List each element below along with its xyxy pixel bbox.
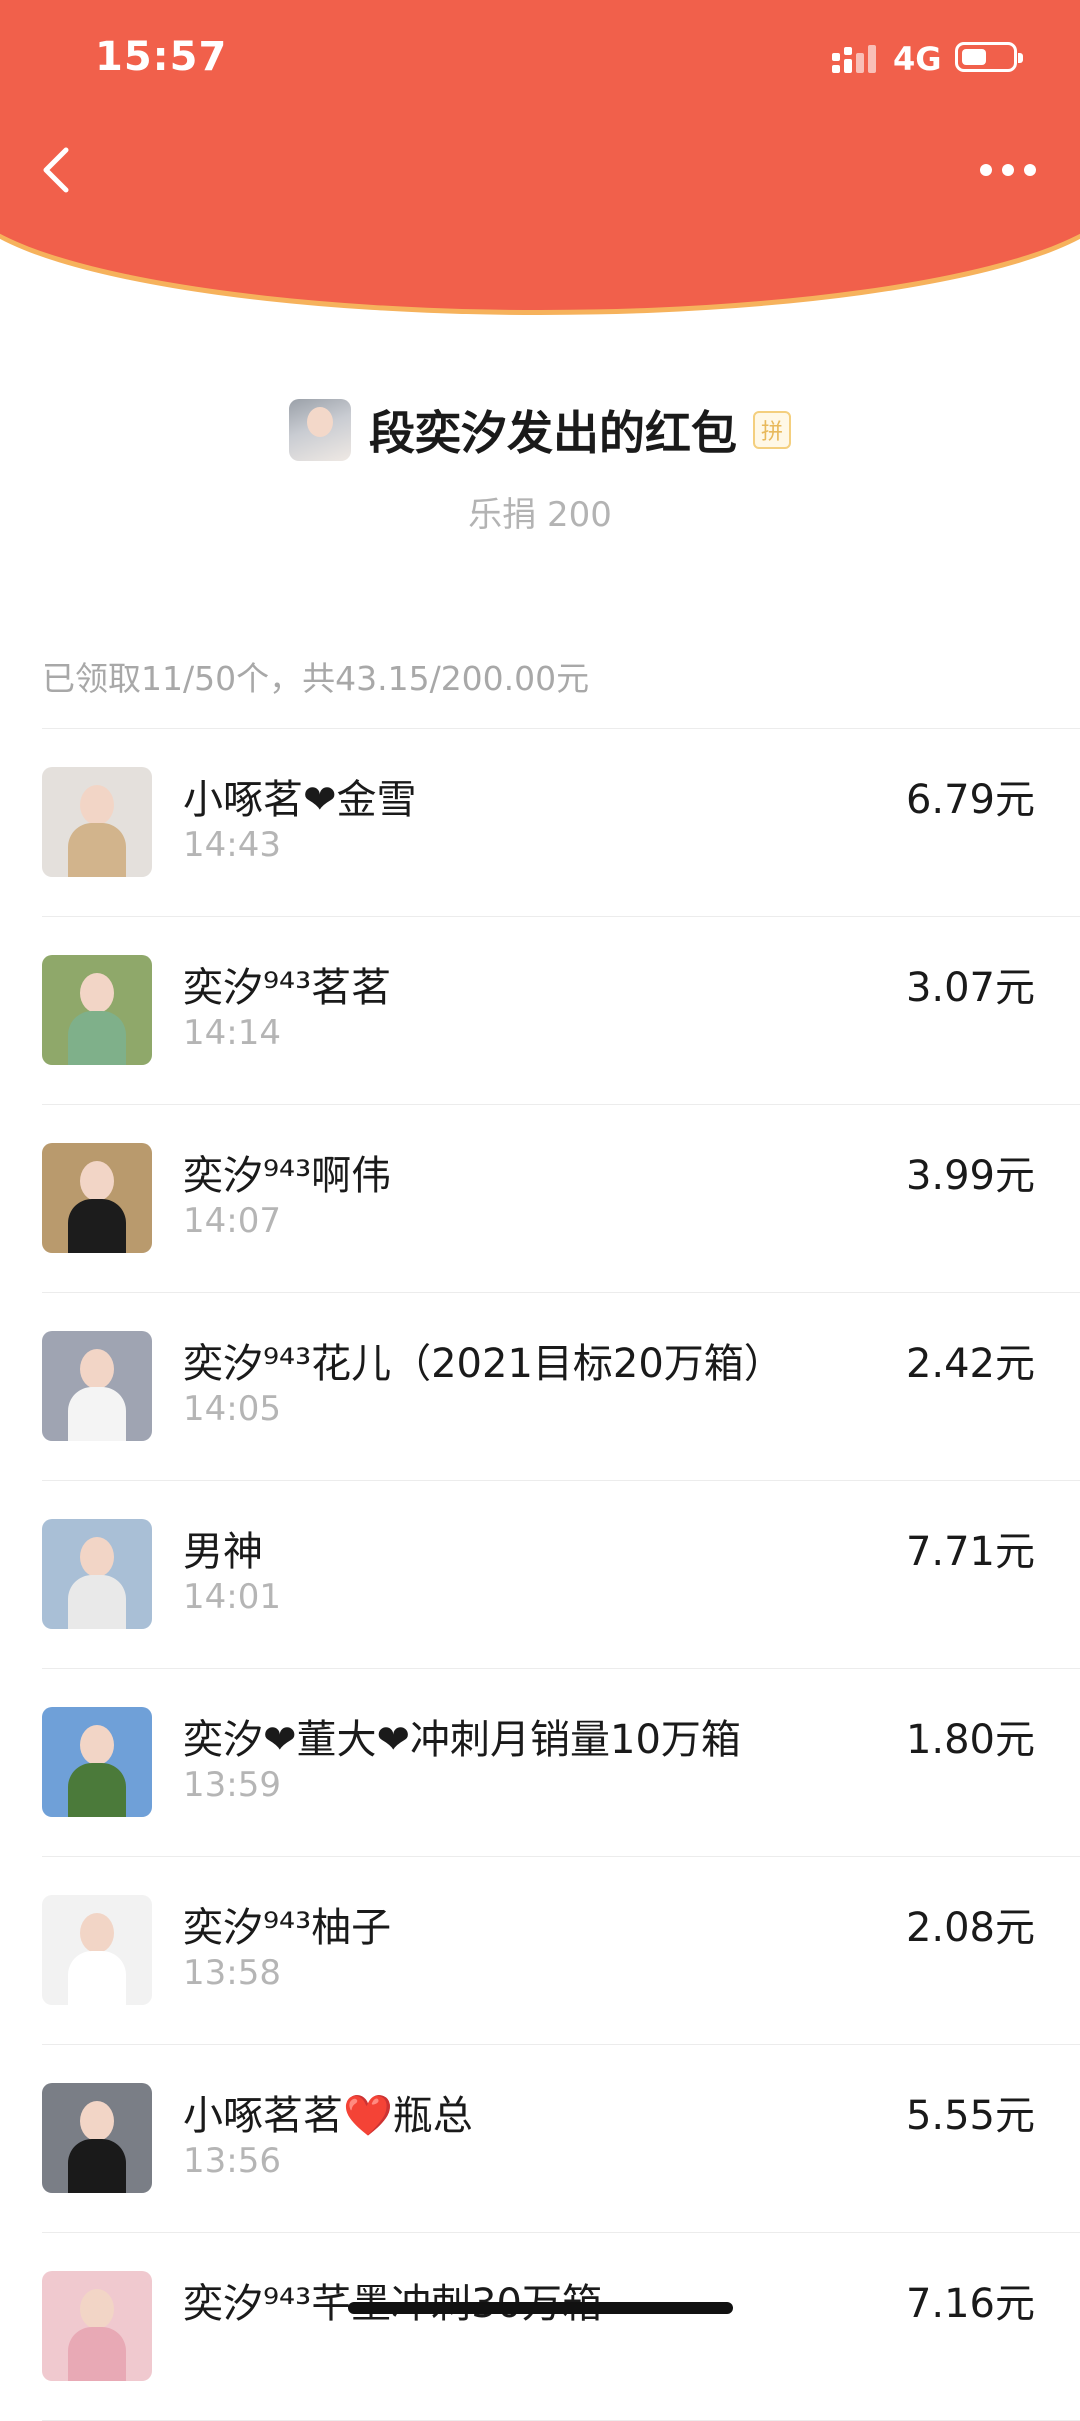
claim-amount: 7.16元 xyxy=(905,2281,1035,2327)
claim-time: 13:56 xyxy=(183,2141,281,2181)
list-item[interactable]: 奕汐❤董大❤冲刺月销量10万箱 13:59 1.80元 xyxy=(42,1669,1080,1857)
more-dots-icon[interactable] xyxy=(980,160,1036,180)
page-title: 段奕汐发出的红包 xyxy=(369,406,737,460)
claim-amount: 3.99元 xyxy=(905,1153,1035,1199)
recipient-name: 小啄茗❤金雪 xyxy=(183,777,417,823)
claim-time: 14:43 xyxy=(183,825,281,865)
pin-badge: 拼 xyxy=(753,411,791,449)
claim-amount: 5.55元 xyxy=(905,2093,1035,2139)
list-item[interactable]: 奕汐⁹⁴³啊伟 14:07 3.99元 xyxy=(42,1105,1080,1293)
avatar[interactable] xyxy=(42,1895,152,2005)
avatar[interactable] xyxy=(42,767,152,877)
claim-time: 13:58 xyxy=(183,1953,281,1993)
recipient-name: 奕汐⁹⁴³茗茗 xyxy=(183,965,392,1011)
claim-time: 14:05 xyxy=(183,1389,281,1429)
claim-amount: 2.42元 xyxy=(905,1341,1035,1387)
red-packet-greeting: 乐捐 200 xyxy=(468,495,612,535)
recipient-name: 奕汐⁹⁴³啊伟 xyxy=(183,1153,392,1199)
list-item[interactable]: 奕汐⁹⁴³柚子 13:58 2.08元 xyxy=(42,1857,1080,2045)
claim-amount: 1.80元 xyxy=(905,1717,1035,1763)
claim-summary: 已领取11/50个，共43.15/200.00元 xyxy=(42,659,590,698)
claim-time: 14:14 xyxy=(183,1013,281,1053)
avatar[interactable] xyxy=(42,2271,152,2381)
record-list: 小啄茗❤金雪 14:43 6.79元奕汐⁹⁴³茗茗 14:14 3.07元奕汐⁹⁴³啊伟… xyxy=(0,729,1080,2421)
list-item[interactable]: 奕汐⁹⁴³芊墨冲刺30万箱 7.16元 xyxy=(42,2233,1080,2421)
list-item[interactable]: 小啄茗茗❤️瓶总 13:56 5.55元 xyxy=(42,2045,1080,2233)
claim-amount: 7.71元 xyxy=(905,1529,1035,1575)
recipient-name: 奕汐⁹⁴³芊墨冲刺30万箱 xyxy=(183,2271,602,2329)
list-item[interactable]: 小啄茗❤金雪 14:43 6.79元 xyxy=(42,729,1080,917)
list-item[interactable]: 奕汐⁹⁴³花儿（2021目标20万箱） 14:05 2.42元 xyxy=(42,1293,1080,1481)
recipient-name: 小啄茗茗❤️瓶总 xyxy=(183,2093,473,2139)
avatar[interactable] xyxy=(42,1519,152,1629)
status-bar: 15:57 4G xyxy=(0,0,1080,120)
sender-avatar[interactable] xyxy=(289,399,351,461)
home-indicator xyxy=(348,2302,733,2314)
avatar[interactable] xyxy=(42,1707,152,1817)
chevron-left-icon[interactable] xyxy=(36,140,76,200)
claim-amount: 2.08元 xyxy=(905,1905,1035,1951)
sender-row: 段奕汐发出的红包 拼 xyxy=(0,395,1080,465)
claim-amount: 3.07元 xyxy=(905,965,1035,1011)
list-item[interactable]: 男神 14:01 7.71元 xyxy=(42,1481,1080,1669)
avatar[interactable] xyxy=(42,2083,152,2193)
claim-time: 14:07 xyxy=(183,1201,281,1241)
battery-icon xyxy=(955,42,1023,72)
recipient-name: 奕汐⁹⁴³花儿（2021目标20万箱） xyxy=(183,1341,784,1387)
avatar[interactable] xyxy=(42,1143,152,1253)
claim-time: 14:01 xyxy=(183,1577,281,1617)
signal-icon xyxy=(832,45,876,73)
recipient-name: 男神 xyxy=(183,1529,263,1575)
claim-time: 13:59 xyxy=(183,1765,281,1805)
network-type: 4G xyxy=(893,40,942,78)
claim-amount: 6.79元 xyxy=(905,777,1035,823)
list-item[interactable]: 奕汐⁹⁴³茗茗 14:14 3.07元 xyxy=(42,917,1080,1105)
recipient-name: 奕汐⁹⁴³柚子 xyxy=(183,1905,392,1951)
avatar[interactable] xyxy=(42,1331,152,1441)
recipient-name: 奕汐❤董大❤冲刺月销量10万箱 xyxy=(183,1717,741,1763)
avatar[interactable] xyxy=(42,955,152,1065)
status-time: 15:57 xyxy=(95,34,228,80)
